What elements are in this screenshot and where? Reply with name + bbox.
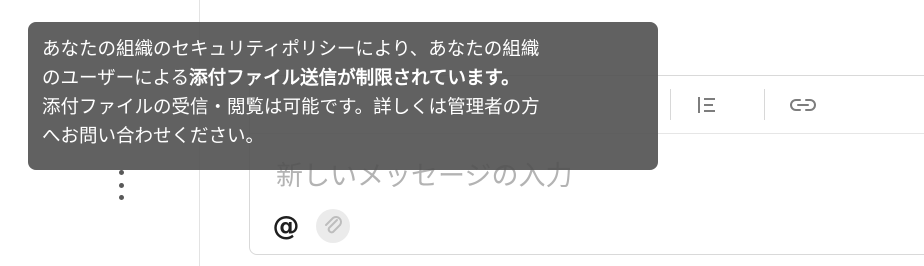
more-vertical-icon[interactable] (112, 170, 130, 200)
chat-window: 新しいメッセージの入力 @ あなたの組織のセキュリティポリシーにより、あなたの組… (0, 0, 924, 266)
tooltip-line: あなたの組織のセキュリティポリシーにより、あなたの組織 (42, 39, 540, 60)
tooltip-line: 添付ファイルの受信・閲覧は可能です。詳しくは管理者の方 (42, 97, 540, 118)
toolbar-divider (764, 89, 765, 120)
toolbar-divider (670, 89, 671, 120)
tooltip-line: のユーザーによる添付ファイル送信が制限されています。 (42, 64, 644, 93)
dot (118, 182, 124, 188)
paperclip-icon[interactable] (316, 209, 350, 243)
composer-actions: @ (270, 206, 350, 246)
tooltip-emphasis: 添付ファイル送信が制限されています。 (189, 68, 520, 89)
tooltip-text: のユーザーによる (42, 68, 190, 89)
at-icon[interactable]: @ (270, 210, 302, 242)
attachment-restriction-tooltip: あなたの組織のセキュリティポリシーにより、あなたの組織 のユーザーによる添付ファ… (28, 22, 658, 170)
list-align-icon[interactable] (693, 92, 721, 118)
tooltip-line: へお問い合わせください。 (42, 126, 265, 147)
dot (118, 170, 124, 175)
dot (118, 195, 124, 200)
link-icon[interactable] (789, 92, 817, 118)
